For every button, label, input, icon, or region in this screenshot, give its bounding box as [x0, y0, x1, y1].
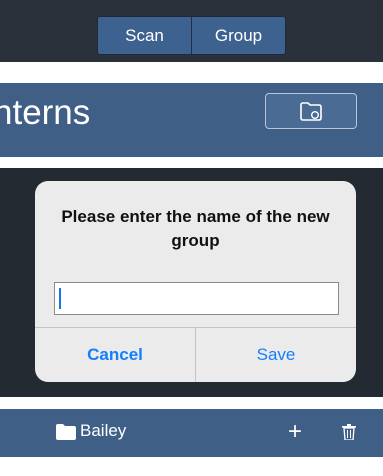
- title-bar: nterns: [0, 83, 383, 157]
- new-folder-button[interactable]: [265, 93, 357, 129]
- segmented-control: Scan Group: [97, 16, 286, 55]
- trash-icon[interactable]: [342, 424, 356, 440]
- page-title: nterns: [0, 93, 91, 132]
- group-name-input[interactable]: [54, 282, 339, 315]
- scan-segment[interactable]: Scan: [98, 17, 191, 54]
- folder-icon: [56, 423, 76, 440]
- folder-name: Bailey: [80, 421, 127, 440]
- folder-item[interactable]: Bailey: [56, 421, 126, 441]
- segmented-bar: Scan Group: [0, 0, 383, 62]
- text-cursor: [59, 288, 61, 309]
- save-button[interactable]: Save: [195, 328, 356, 382]
- folder-toolbar: Bailey +: [0, 409, 383, 457]
- folder-add-icon: [300, 102, 322, 121]
- dialog-backdrop: Please enter the name of the new group C…: [0, 168, 383, 397]
- cancel-button[interactable]: Cancel: [35, 328, 195, 382]
- alert-actions: Cancel Save: [35, 327, 356, 382]
- group-segment[interactable]: Group: [191, 17, 285, 54]
- plus-icon[interactable]: +: [283, 418, 307, 446]
- new-group-alert: Please enter the name of the new group C…: [35, 181, 356, 382]
- alert-message: Please enter the name of the new group: [61, 207, 330, 250]
